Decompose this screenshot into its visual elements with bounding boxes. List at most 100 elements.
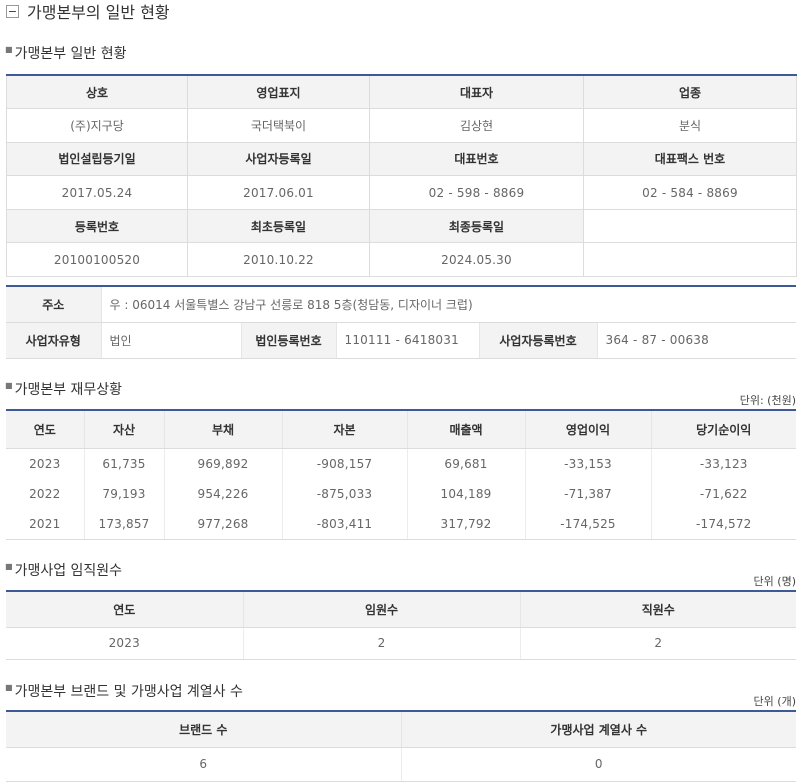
table-cell: 국더택북이 <box>187 108 370 143</box>
section-title-general: ■ 가맹본부 일반 현황 <box>5 44 127 63</box>
header-cell: 브랜드 수 <box>6 711 402 748</box>
table-cell: 2024.05.30 <box>369 242 584 278</box>
header-cell: 최종등록일 <box>369 208 584 244</box>
table-row: 2023 61,735 969,892 -908,157 69,681 -33,… <box>6 448 796 479</box>
header-cell: 대표팩스 번호 <box>583 141 797 177</box>
header-cell: 매출액 <box>407 410 526 449</box>
header-cell: 최초등록일 <box>187 208 370 244</box>
table-row: 2022 79,193 954,226 -875,033 104,189 -71… <box>6 478 796 509</box>
table-cell: 969,892 <box>164 448 283 479</box>
address-value: 우 : 06014 서울특별스 강남구 선릉로 818 5층(청담동, 디자이너… <box>101 286 797 323</box>
table-cell: 79,193 <box>84 478 165 509</box>
brand-table: 브랜드 수 가맹사업 계열사 수 6 0 <box>6 710 796 782</box>
section-title-finance: ■ 가맹본부 재무상황 <box>5 380 123 399</box>
table-cell: 977,268 <box>164 509 283 540</box>
header-cell: 영업이익 <box>525 410 652 449</box>
table-row: 20100100520 2010.10.22 2024.05.30 <box>6 242 797 278</box>
staff-table: 연도 임원수 직원수 2023 2 2 <box>6 590 796 660</box>
header-cell: 법인설립등기일 <box>6 141 188 177</box>
table-cell: -174,572 <box>651 509 796 540</box>
table-cell: 02 - 598 - 8869 <box>369 175 584 210</box>
header-cell: 연도 <box>6 410 85 449</box>
header-cell: 영업표지 <box>187 74 370 110</box>
table-cell: -71,387 <box>525 478 652 509</box>
header-cell: 자산 <box>84 410 165 449</box>
bullet-icon: ■ <box>5 682 13 692</box>
table-cell: 2 <box>520 627 796 660</box>
bullet-icon: ■ <box>5 44 13 54</box>
header-cell: 연도 <box>6 591 244 628</box>
header-cell: 자본 <box>282 410 408 449</box>
biz-type-label: 사업자유형 <box>6 322 102 359</box>
table-cell: -875,033 <box>282 478 408 509</box>
table-cell: -71,622 <box>699 486 748 501</box>
table-row: 2023 2 2 <box>6 627 796 660</box>
table-cell: -908,157 <box>282 448 408 479</box>
header-cell: 등록번호 <box>6 208 188 244</box>
table-header-row: 연도 임원수 직원수 <box>6 591 796 628</box>
table-header-row: 연도 자산 부채 자본 매출액 영업이익 당기순이익 <box>6 410 796 449</box>
table-cell: 김상현 <box>369 108 584 143</box>
header-cell: 상호 <box>6 74 188 110</box>
header-cell-empty <box>583 208 797 244</box>
collapse-toggle-button[interactable]: − <box>6 4 19 18</box>
biz-no-label: 사업자등록번호 <box>479 322 598 359</box>
bullet-icon: ■ <box>5 380 13 390</box>
table-cell: 2023 <box>6 627 244 660</box>
header-cell: 업종 <box>583 74 797 110</box>
table-row: 2021 173,857 977,268 -803,411 317,792 -1… <box>6 509 796 540</box>
table-cell: 104,189 <box>407 478 526 509</box>
table-cell: 2023 <box>6 448 85 479</box>
unit-label-brands: 단위 (개) <box>753 695 796 708</box>
header-cell: 대표자 <box>369 74 584 110</box>
table-cell: 173,857 <box>84 509 165 540</box>
page-title-bar: − 가맹본부의 일반 현황 <box>6 0 170 22</box>
unit-label-staff: 단위 (명) <box>753 575 796 588</box>
corp-no-value: 110111 - 6418031 <box>336 322 480 359</box>
table-cell: 954,226 <box>164 478 283 509</box>
table-cell: 2022 <box>6 478 85 509</box>
header-cell: 가맹사업 계열사 수 <box>401 711 796 748</box>
table-header-row: 법인설립등기일 사업자등록일 대표번호 대표팩스 번호 <box>6 141 797 177</box>
corp-no-label: 법인등록번호 <box>241 322 337 359</box>
table-header-row: 상호 영업표지 대표자 업종 <box>6 74 797 110</box>
table-row: 6 0 <box>6 747 796 782</box>
header-cell: 당기순이익 <box>651 410 796 449</box>
table-cell: 61,735 <box>84 448 165 479</box>
page-title: 가맹본부의 일반 현황 <box>27 3 170 22</box>
general-info-table: 상호 영업표지 대표자 업종 (주)지구당 국더택북이 김상현 분식 법인설립등… <box>6 74 797 278</box>
table-header-row: 브랜드 수 가맹사업 계열사 수 <box>6 711 796 748</box>
table-cell-empty <box>583 242 797 278</box>
table-cell: 02 - 584 - 8869 <box>583 175 797 210</box>
table-cell: 2 <box>243 627 521 660</box>
table-header-row: 등록번호 최초등록일 최종등록일 <box>6 208 797 244</box>
header-cell: 임원수 <box>243 591 521 628</box>
table-cell: 6 <box>6 747 402 782</box>
finance-table: 연도 자산 부채 자본 매출액 영업이익 당기순이익 2023 61,735 9… <box>6 409 796 540</box>
address-row: 주소 우 : 06014 서울특별스 강남구 선릉로 818 5층(청담동, 디… <box>6 286 797 323</box>
table-cell: 0 <box>401 747 796 782</box>
header-cell: 직원수 <box>520 591 796 628</box>
table-cell: -33,153 <box>525 448 652 479</box>
header-cell: 사업자등록일 <box>187 141 370 177</box>
table-cell: 317,792 <box>407 509 526 540</box>
business-row: 사업자유형 법인 법인등록번호 110111 - 6418031 사업자등록번호… <box>6 322 797 359</box>
table-row: 2017.05.24 2017.06.01 02 - 598 - 8869 02… <box>6 175 797 210</box>
table-cell: 69,681 <box>407 448 526 479</box>
address-label: 주소 <box>6 286 102 323</box>
section-title-brands: ■ 가맹본부 브랜드 및 가맹사업 계열사 수 <box>5 682 243 701</box>
address-info-table: 주소 우 : 06014 서울특별스 강남구 선릉로 818 5층(청담동, 디… <box>6 285 797 359</box>
table-cell: 2010.10.22 <box>187 242 370 278</box>
unit-label-finance: 단위: (천원) <box>739 394 796 407</box>
table-cell: 2017.05.24 <box>6 175 188 210</box>
table-cell: -803,411 <box>282 509 408 540</box>
table-cell: 20100100520 <box>6 242 188 278</box>
table-cell: 2017.06.01 <box>187 175 370 210</box>
table-row: (주)지구당 국더택북이 김상현 분식 <box>6 108 797 143</box>
bullet-icon: ■ <box>5 561 13 571</box>
table-cell: (주)지구당 <box>6 108 188 143</box>
header-cell: 대표번호 <box>369 141 584 177</box>
table-cell: 2021 <box>6 509 85 540</box>
table-cell: -174,525 <box>525 509 652 540</box>
table-cell: 분식 <box>583 108 797 143</box>
